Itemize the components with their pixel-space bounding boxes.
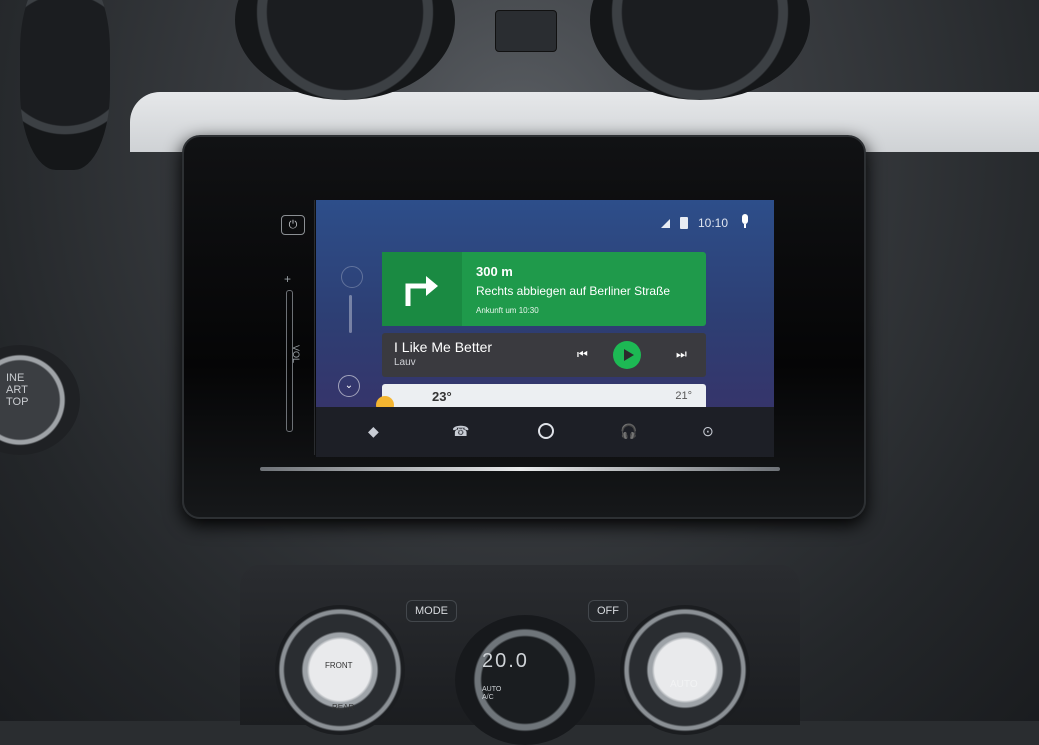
home-icon xyxy=(538,423,554,439)
bottom-navigation-bar: ◆ ☎ 🎧 ⊙ xyxy=(316,407,774,457)
exit-icon[interactable]: ⊙ xyxy=(702,423,714,440)
lcd-temperature: 20.0 xyxy=(482,650,529,672)
steering-wheel-edge xyxy=(20,0,110,170)
climate-display xyxy=(455,615,595,745)
turn-right-icon xyxy=(382,252,462,326)
phone-icon[interactable]: ☎ xyxy=(452,423,469,440)
hazard-button[interactable] xyxy=(495,10,557,52)
nav-instruction: Rechts abbiegen auf Berliner Straße xyxy=(476,284,671,298)
chrome-trim-line xyxy=(260,467,780,471)
rear-defrost-label: REAR xyxy=(332,703,355,712)
forecast-temperature: 21° xyxy=(675,390,692,402)
play-button[interactable] xyxy=(613,341,641,369)
headphones-icon[interactable]: 🎧 xyxy=(620,423,637,440)
temperature-knob[interactable] xyxy=(620,605,750,735)
front-defrost-label: FRONT xyxy=(325,661,353,670)
home-button[interactable] xyxy=(538,423,554,439)
next-track-icon[interactable]: ⏭ xyxy=(676,347,687,362)
scroll-up-button[interactable] xyxy=(341,266,363,288)
airflow-knob[interactable] xyxy=(275,605,405,735)
media-card[interactable]: I Like Me Better Lauv ⏮ ⏭ xyxy=(382,333,706,377)
navigation-card[interactable]: 300 m Rechts abbiegen auf Berliner Straß… xyxy=(382,252,706,326)
previous-track-icon[interactable]: ⏮ xyxy=(577,347,588,362)
start-label-line1: INE xyxy=(6,372,25,384)
status-bar: 10:10 xyxy=(660,216,752,230)
android-auto-screen: 10:10 ⌄ 300 m Rechts abbiegen auf Berlin… xyxy=(316,200,774,457)
current-temperature: 23° xyxy=(432,389,452,404)
lcd-mode-label: AUTO A/C xyxy=(482,686,502,701)
navigation-icon[interactable]: ◆ xyxy=(368,423,379,440)
start-label-line2: ART xyxy=(6,384,28,396)
start-label-line3: TOP xyxy=(6,396,29,408)
chevron-down-icon[interactable]: ⌄ xyxy=(338,375,360,397)
head-unit-side-panel xyxy=(272,200,315,455)
battery-icon xyxy=(679,217,688,229)
artist-name: Lauv xyxy=(394,357,416,368)
volume-up-icon[interactable]: + xyxy=(284,272,291,286)
off-button[interactable]: OFF xyxy=(588,600,628,622)
nav-distance: 300 m xyxy=(476,264,513,279)
power-icon[interactable]: ⏻ xyxy=(281,215,305,235)
nav-eta: Ankunft um 10:30 xyxy=(476,306,539,315)
microphone-icon[interactable] xyxy=(740,214,750,228)
mode-button[interactable]: MODE xyxy=(406,600,457,622)
song-title: I Like Me Better xyxy=(394,339,493,355)
volume-label: VOL xyxy=(291,345,301,364)
signal-icon xyxy=(660,218,670,228)
status-time: 10:10 xyxy=(697,216,728,230)
auto-button[interactable]: AUTO xyxy=(670,679,698,690)
engine-start-label: INE ART TOP xyxy=(6,372,28,408)
scroll-track xyxy=(349,295,352,333)
